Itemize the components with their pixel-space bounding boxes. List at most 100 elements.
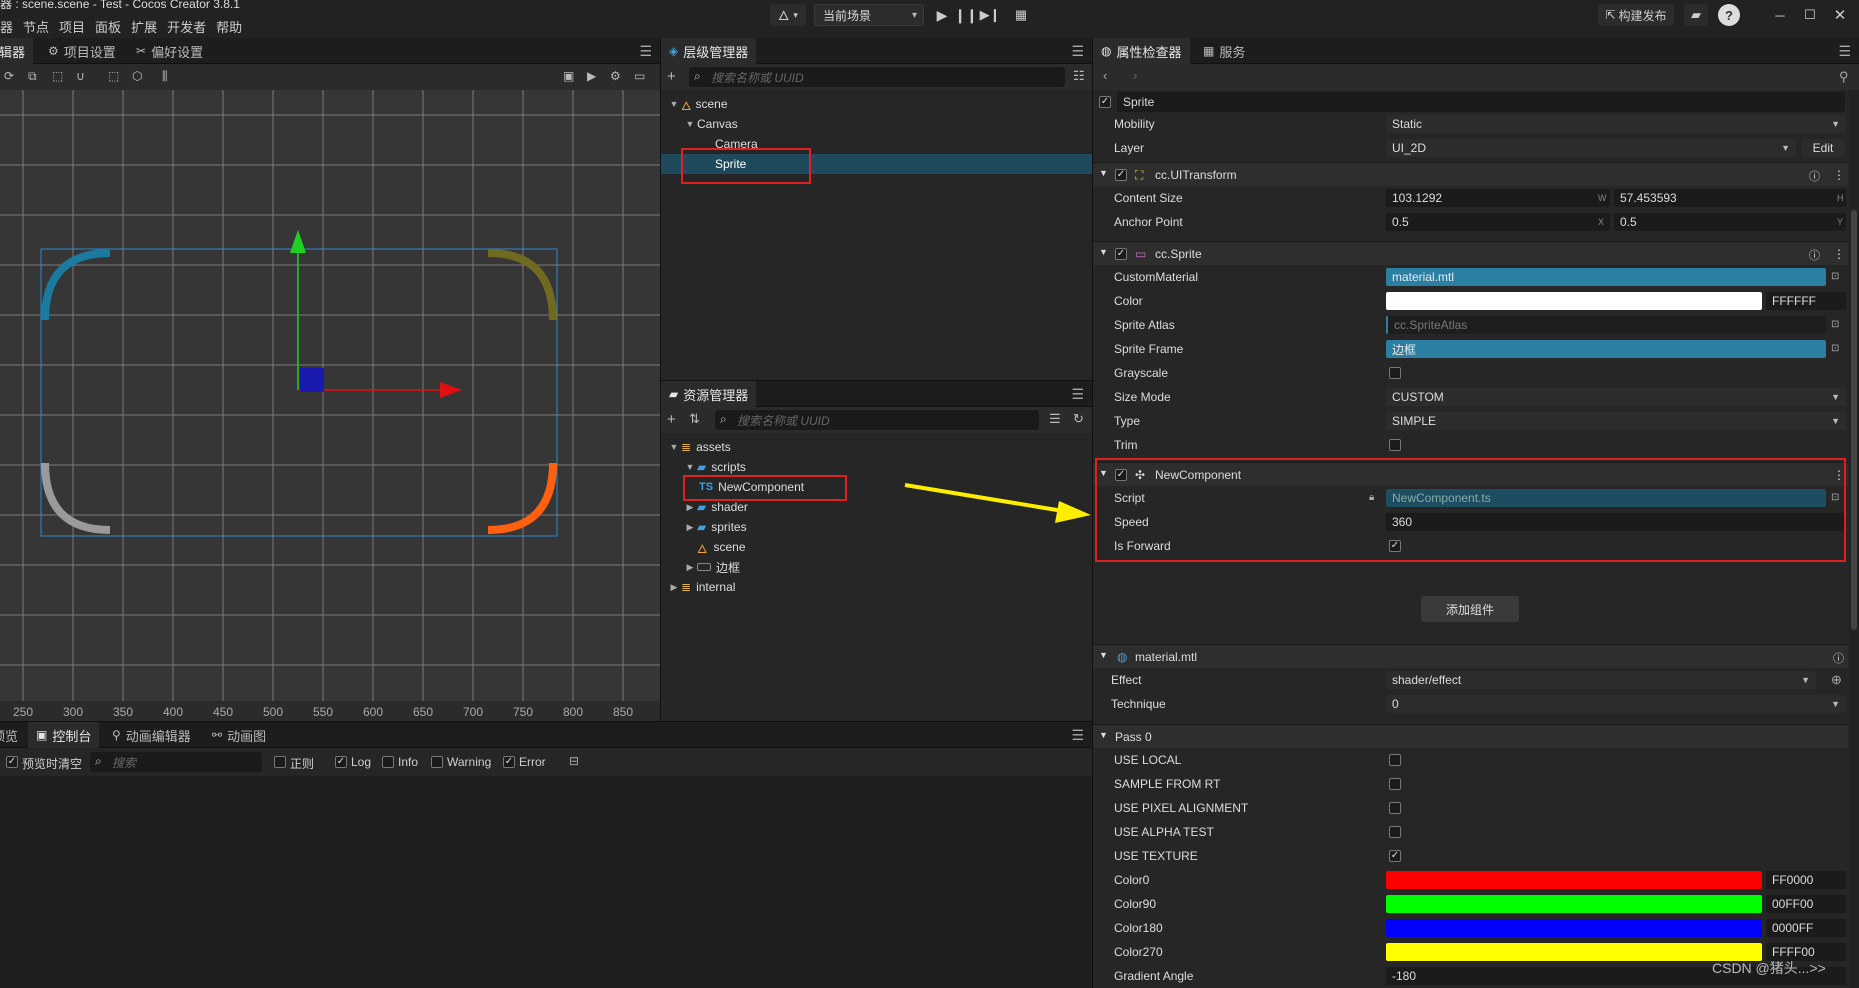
settings-icon[interactable]: ⚙ (610, 69, 621, 83)
menu-item-help[interactable]: 帮助 (216, 17, 242, 36)
inspector-scrollbar[interactable] (1849, 90, 1859, 988)
tree-row-assets[interactable]: ▼ ≣ assets (661, 437, 1092, 457)
regex-checkbox[interactable] (274, 756, 286, 768)
type-select[interactable]: SIMPLE ▼ (1386, 412, 1846, 430)
locate-icon[interactable]: ⊕ (1831, 672, 1842, 688)
use-local-checkbox[interactable] (1389, 754, 1401, 766)
use-pixel-alignment-checkbox[interactable] (1389, 802, 1401, 814)
color180-hex-input[interactable]: 0000FF (1766, 919, 1846, 937)
add-component-button[interactable]: 添加组件 (1421, 596, 1519, 622)
sprite-header[interactable]: ▼ ✓ ▭ cc.Sprite ⓘ ⋮ (1093, 241, 1848, 265)
tab-scene-editor[interactable]: 编辑器 (0, 38, 34, 64)
tree-row-scripts[interactable]: ▼ ▰ scripts (661, 457, 1092, 477)
lock-icon[interactable]: ⊡ (1831, 343, 1839, 354)
uitransform-header[interactable]: ▼ ✓ ⛶ cc.UITransform ⓘ ⋮ (1093, 162, 1848, 186)
refresh-icon[interactable]: ↻ (1073, 411, 1084, 427)
rotate-tool-icon[interactable]: ⟳ (4, 69, 14, 83)
sort-icon[interactable]: ⇅ (689, 411, 700, 427)
help-icon[interactable]: ⓘ (1809, 168, 1820, 184)
scale-tool-icon[interactable]: ⧉ (28, 69, 37, 84)
magnet-icon[interactable]: ∪ (76, 69, 85, 83)
speed-input[interactable]: 360 (1386, 513, 1846, 531)
mobility-select[interactable]: Static ▼ (1386, 115, 1846, 133)
use-alpha-test-checkbox[interactable] (1389, 826, 1401, 838)
publish-button[interactable]: ⇱ 构建发布 (1598, 4, 1674, 26)
hierarchy-search-input[interactable]: ⌕ 搜索名称或 UUID (689, 67, 1065, 87)
menu-item-project[interactable]: 项目 (59, 17, 85, 36)
align-icon[interactable]: ⫼ (162, 69, 168, 84)
tab-preview[interactable]: 预览 (0, 722, 26, 748)
tab-project-settings[interactable]: ⚙ 项目设置 (40, 38, 124, 64)
layer-select[interactable]: UI_2D ▼ (1386, 139, 1796, 157)
tree-row-camera[interactable]: Camera (661, 134, 1092, 154)
script-field[interactable]: NewComponent.ts (1386, 489, 1826, 507)
maximize-button[interactable]: ☐ (1800, 4, 1820, 26)
color90-hex-input[interactable]: 00FF00 (1766, 895, 1846, 913)
assets-search-input[interactable]: ⌕ 搜索名称或 UUID (715, 410, 1039, 430)
layout-icon[interactable]: ▣ (563, 69, 574, 83)
menu-icon[interactable]: ☰ (1071, 727, 1084, 744)
tab-animation-editor[interactable]: ⚲ 动画编辑器 (104, 722, 199, 748)
menu-item-node[interactable]: 节点 (23, 17, 49, 36)
console-search-input[interactable]: ⌕ 搜索 (90, 752, 262, 772)
color180-swatch[interactable] (1386, 919, 1762, 937)
tab-preferences[interactable]: ✂ 偏好设置 (128, 38, 211, 64)
lock-icon[interactable]: ⊡ (1831, 271, 1839, 282)
sprite-atlas-field[interactable]: cc.SpriteAtlas (1386, 316, 1826, 334)
tab-console[interactable]: ▣ 控制台 (28, 722, 100, 748)
menu-icon[interactable]: ☰ (1071, 386, 1084, 403)
info-checkbox[interactable] (382, 756, 394, 768)
clipboard-icon[interactable]: ⊟ (569, 754, 579, 768)
tab-services[interactable]: ▦ 服务 (1195, 38, 1253, 64)
menu-item-developer[interactable]: 开发者 (167, 17, 206, 36)
camera-icon[interactable]: ▶ (587, 69, 596, 83)
screen-icon[interactable]: ▭ (634, 69, 645, 83)
log-checkbox[interactable]: ✓ (335, 756, 347, 768)
qrcode-button[interactable]: ▦ (1010, 4, 1032, 26)
pivot-icon[interactable]: ⬚ (108, 69, 119, 83)
scene-viewport[interactable]: 250 300 350 400 450 500 550 600 650 700 750 800 850 (0, 90, 660, 721)
close-button[interactable]: ✕ (1830, 4, 1850, 26)
scene-select[interactable]: 当前场景 ▾ (814, 4, 924, 26)
help-button[interactable]: ? (1718, 4, 1740, 26)
height-input[interactable]: 57.453593 (1614, 189, 1846, 207)
color270-swatch[interactable] (1386, 943, 1762, 961)
error-checkbox[interactable]: ✓ (503, 756, 515, 768)
sample-from-rt-checkbox[interactable] (1389, 778, 1401, 790)
custom-material-field[interactable]: material.mtl (1386, 268, 1826, 286)
tab-assets[interactable]: ▰ 资源管理器 (661, 381, 757, 407)
tree-row-sprite[interactable]: Sprite (661, 154, 1092, 174)
back-icon[interactable]: ‹ (1103, 68, 1107, 83)
tree-row-canvas[interactable]: ▼ Canvas (661, 114, 1092, 134)
forward-icon[interactable]: › (1133, 68, 1137, 83)
tree-row-internal[interactable]: ▶ ≣ internal (661, 577, 1092, 597)
help-icon[interactable]: ⓘ (1809, 247, 1820, 263)
newcomponent-header[interactable]: ▼ ✓ ✣ NewComponent ⋮ (1093, 462, 1848, 486)
menu-icon[interactable]: ☰ (1071, 43, 1084, 60)
layer-edit-button[interactable]: Edit (1801, 139, 1845, 157)
console-output[interactable] (0, 776, 1092, 988)
collapse-icon[interactable]: ☰ (1049, 411, 1061, 427)
material-header[interactable]: ▼ ◍ material.mtl ⓘ (1093, 644, 1848, 668)
color0-hex-input[interactable]: FF0000 (1766, 871, 1846, 889)
menu-item-panel[interactable]: 面板 (95, 17, 121, 36)
node-active-checkbox[interactable]: ✓ (1099, 96, 1111, 108)
more-icon[interactable]: ⋮ (1833, 247, 1845, 261)
platform-button[interactable]: 🜂 ▾ (770, 4, 806, 26)
cube-icon[interactable]: ⬡ (132, 69, 142, 83)
tab-animation-graph[interactable]: ⚯ 动画图 (204, 722, 274, 748)
technique-select[interactable]: 0 ▼ (1386, 695, 1846, 713)
rect-tool-icon[interactable]: ⬚ (52, 69, 63, 83)
open-folder-button[interactable]: ▰ (1684, 4, 1708, 26)
grayscale-checkbox[interactable] (1389, 367, 1401, 379)
sprite-frame-field[interactable]: 边框 (1386, 340, 1826, 358)
clear-on-preview-checkbox[interactable]: ✓ (6, 756, 18, 768)
width-input[interactable]: 103.1292 (1386, 189, 1610, 207)
tree-row-scene-asset[interactable]: 🜂 scene (661, 537, 1092, 557)
pass-header[interactable]: ▼ Pass 0 (1093, 724, 1848, 748)
color0-swatch[interactable] (1386, 871, 1762, 889)
menu-item-extension[interactable]: 扩展 (131, 17, 157, 36)
more-icon[interactable]: ⋮ (1833, 468, 1845, 482)
help-icon[interactable]: ⓘ (1833, 650, 1844, 666)
lock-icon[interactable]: ⊡ (1831, 492, 1839, 503)
